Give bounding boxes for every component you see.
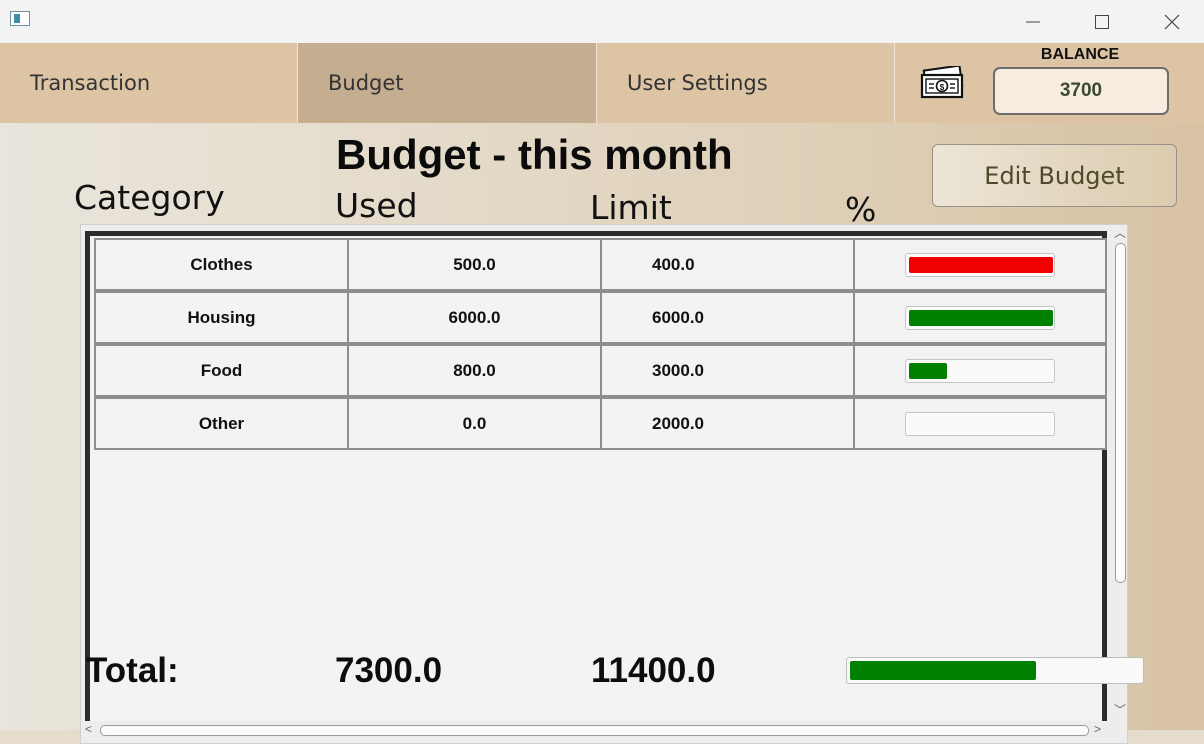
category-cell: Clothes <box>94 238 349 291</box>
total-limit: 11400.0 <box>591 651 716 690</box>
scroll-right-icon[interactable]: > <box>1094 722 1101 736</box>
progress-fill <box>909 309 1053 326</box>
tab-bar: Transaction Budget User Settings $ BALAN… <box>0 43 1204 123</box>
progress-bar <box>905 358 1055 383</box>
progress-bar <box>905 411 1055 436</box>
vertical-scrollbar[interactable]: ︿ ﹀ <box>1111 225 1129 719</box>
table-row[interactable]: Food 800.0 3000.0 <box>94 344 1107 397</box>
page-title: Budget - this month <box>336 131 733 178</box>
percent-cell <box>853 238 1107 291</box>
total-label: Total: <box>86 651 179 690</box>
table-row[interactable]: Housing 6000.0 6000.0 <box>94 291 1107 344</box>
maximize-icon <box>1095 14 1109 29</box>
money-bill-icon: $ <box>920 66 964 99</box>
svg-text:$: $ <box>940 83 945 92</box>
category-cell: Other <box>94 397 349 450</box>
table-row[interactable]: Clothes 500.0 400.0 <box>94 238 1107 291</box>
close-button[interactable] <box>1149 0 1195 43</box>
total-progress-fill <box>850 661 1036 680</box>
balance-value: 3700 <box>993 67 1169 115</box>
used-cell: 0.0 <box>347 397 602 450</box>
used-cell: 500.0 <box>347 238 602 291</box>
app-icon <box>10 11 30 26</box>
minimize-button[interactable] <box>1010 0 1056 43</box>
total-used: 7300.0 <box>335 651 443 690</box>
percent-cell <box>853 291 1107 344</box>
percent-cell <box>853 344 1107 397</box>
limit-cell: 2000.0 <box>600 397 855 450</box>
horizontal-scrollbar[interactable]: < > <box>81 721 1127 741</box>
column-header-used: Used <box>335 186 418 225</box>
table-body: Clothes 500.0 400.0 Housing 6000.0 6000.0 Food… <box>85 231 1107 721</box>
edit-budget-button[interactable]: Edit Budget <box>932 144 1177 207</box>
limit-cell: 400.0 <box>600 238 855 291</box>
balance-panel: $ BALANCE 3700 <box>895 43 1204 123</box>
progress-bar <box>905 305 1055 330</box>
table-row[interactable]: Other 0.0 2000.0 <box>94 397 1107 450</box>
progress-fill <box>909 362 947 379</box>
tab-user-settings[interactable]: User Settings <box>597 43 895 123</box>
scroll-up-icon[interactable]: ︿ <box>1114 224 1126 241</box>
percent-cell <box>853 397 1107 450</box>
used-cell: 6000.0 <box>347 291 602 344</box>
tab-budget[interactable]: Budget <box>298 43 597 123</box>
limit-cell: 6000.0 <box>600 291 855 344</box>
horizontal-scroll-thumb[interactable] <box>100 725 1089 736</box>
progress-bar <box>905 252 1055 277</box>
balance-label: BALANCE <box>1040 46 1120 63</box>
column-header-category: Category <box>74 178 225 217</box>
category-cell: Housing <box>94 291 349 344</box>
used-cell: 800.0 <box>347 344 602 397</box>
maximize-button[interactable] <box>1079 0 1125 43</box>
scroll-down-icon[interactable]: ﹀ <box>1114 701 1126 718</box>
close-icon <box>1164 14 1180 29</box>
progress-fill <box>909 256 1053 273</box>
tab-transaction[interactable]: Transaction <box>0 43 298 123</box>
column-header-limit: Limit <box>590 188 672 227</box>
budget-page: Budget - this month Edit Budget Category… <box>0 123 1204 744</box>
scroll-left-icon[interactable]: < <box>85 722 92 736</box>
limit-cell: 3000.0 <box>600 344 855 397</box>
vertical-scroll-thumb[interactable] <box>1115 243 1126 583</box>
category-cell: Food <box>94 344 349 397</box>
window-titlebar <box>0 0 1204 43</box>
minimize-icon <box>1026 21 1040 22</box>
total-progress-bar <box>846 657 1144 684</box>
